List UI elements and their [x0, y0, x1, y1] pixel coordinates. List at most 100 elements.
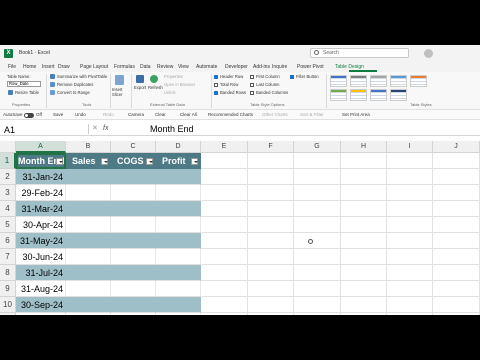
cell-a3[interactable]: 29-Feb-24: [16, 185, 66, 201]
first-column-checkbox[interactable]: [250, 75, 254, 79]
tab-home[interactable]: Home: [23, 64, 36, 70]
cell-i1[interactable]: [387, 153, 433, 169]
cell-e4[interactable]: [201, 201, 248, 217]
cell-g5[interactable]: [294, 217, 341, 233]
cell-a5[interactable]: 30-Apr-24: [16, 217, 66, 233]
column-header-a[interactable]: A: [16, 141, 66, 153]
cell-c4[interactable]: [111, 201, 156, 217]
tab-inquire[interactable]: Inquire: [272, 64, 287, 70]
cell-g1[interactable]: [294, 153, 341, 169]
cell-g8[interactable]: [294, 265, 341, 281]
cell-a11[interactable]: 31-Oct-24: [16, 313, 66, 315]
row-header-4[interactable]: 4: [0, 201, 16, 217]
cell-g11[interactable]: [294, 313, 341, 315]
cell-d5[interactable]: [156, 217, 201, 233]
cell-c11[interactable]: [111, 313, 156, 315]
cell-h3[interactable]: [341, 185, 387, 201]
table-style-swatch[interactable]: [350, 89, 367, 101]
insert-slicer-button[interactable]: Insert Slicer: [112, 87, 127, 97]
tab-review[interactable]: Review: [157, 64, 173, 70]
convert-to-range-button[interactable]: Convert to Range: [57, 90, 90, 95]
cell-e8[interactable]: [201, 265, 248, 281]
cell-c7[interactable]: [111, 249, 156, 265]
cell-h2[interactable]: [341, 169, 387, 185]
cell-e5[interactable]: [201, 217, 248, 233]
cell-g10[interactable]: [294, 297, 341, 313]
cell-h11[interactable]: [341, 313, 387, 315]
cell-i9[interactable]: [387, 281, 433, 297]
table-style-swatch[interactable]: [330, 89, 347, 101]
other-charts-button[interactable]: Other Charts: [262, 112, 288, 117]
cell-i2[interactable]: [387, 169, 433, 185]
tab-draw[interactable]: Draw: [58, 64, 70, 70]
cell-d8[interactable]: [156, 265, 201, 281]
cell-j6[interactable]: [433, 233, 480, 249]
table-header-cogs[interactable]: COGS: [111, 153, 156, 169]
row-header-6[interactable]: 6: [0, 233, 16, 249]
cell-d3[interactable]: [156, 185, 201, 201]
banded-columns-checkbox[interactable]: [250, 91, 254, 95]
cell-d6[interactable]: [156, 233, 201, 249]
column-header-d[interactable]: D: [156, 141, 201, 153]
cell-e6[interactable]: [201, 233, 248, 249]
cell-e7[interactable]: [201, 249, 248, 265]
cell-f11[interactable]: [248, 313, 294, 315]
properties-button[interactable]: Properties: [164, 74, 183, 79]
remove-duplicates-button[interactable]: Remove Duplicates: [57, 82, 93, 87]
cell-a4[interactable]: 31-Mar-24: [16, 201, 66, 217]
cell-e1[interactable]: [201, 153, 248, 169]
table-style-swatch[interactable]: [410, 75, 427, 87]
cell-g6[interactable]: [294, 233, 341, 249]
table-style-swatch[interactable]: [390, 75, 407, 87]
cell-b9[interactable]: [66, 281, 111, 297]
cell-c10[interactable]: [111, 297, 156, 313]
table-name-input[interactable]: Row_Date: [7, 81, 41, 87]
cell-d10[interactable]: [156, 297, 201, 313]
row-header-10[interactable]: 10: [0, 297, 16, 313]
cell-b5[interactable]: [66, 217, 111, 233]
cell-c6[interactable]: [111, 233, 156, 249]
table-style-swatch[interactable]: [330, 75, 347, 87]
redo-button[interactable]: Redo: [103, 112, 114, 117]
table-header-sales[interactable]: Sales: [66, 153, 111, 169]
cell-a10[interactable]: 30-Sep-24: [16, 297, 66, 313]
cell-h10[interactable]: [341, 297, 387, 313]
cell-a7[interactable]: 30-Jun-24: [16, 249, 66, 265]
cell-i5[interactable]: [387, 217, 433, 233]
tab-formulas[interactable]: Formulas: [114, 64, 135, 70]
cell-f8[interactable]: [248, 265, 294, 281]
cell-i11[interactable]: [387, 313, 433, 315]
cell-c9[interactable]: [111, 281, 156, 297]
cell-f1[interactable]: [248, 153, 294, 169]
column-header-e[interactable]: E: [201, 141, 248, 153]
cell-f6[interactable]: [248, 233, 294, 249]
row-header-7[interactable]: 7: [0, 249, 16, 265]
row-header-3[interactable]: 3: [0, 185, 16, 201]
banded-rows-checkbox[interactable]: [214, 91, 218, 95]
cell-c5[interactable]: [111, 217, 156, 233]
cell-e3[interactable]: [201, 185, 248, 201]
filter-dropdown-icon[interactable]: [191, 158, 198, 165]
tab-add-ins[interactable]: Add-ins: [253, 64, 270, 70]
tab-view[interactable]: View: [178, 64, 189, 70]
cell-j11[interactable]: [433, 313, 480, 315]
cell-h8[interactable]: [341, 265, 387, 281]
cell-f7[interactable]: [248, 249, 294, 265]
header-row-checkbox[interactable]: [214, 75, 218, 79]
table-header-profit[interactable]: Profit: [156, 153, 201, 169]
tab-page-layout[interactable]: Page Layout: [80, 64, 108, 70]
cell-i7[interactable]: [387, 249, 433, 265]
cell-e10[interactable]: [201, 297, 248, 313]
column-header-g[interactable]: G: [294, 141, 341, 153]
cell-b3[interactable]: [66, 185, 111, 201]
cell-g7[interactable]: [294, 249, 341, 265]
cell-j9[interactable]: [433, 281, 480, 297]
search-box[interactable]: Search: [310, 48, 409, 58]
column-header-b[interactable]: B: [66, 141, 111, 153]
formula-input[interactable]: Month End: [150, 124, 194, 134]
tab-automate[interactable]: Automate: [196, 64, 217, 70]
unlink-button[interactable]: Unlink: [164, 90, 176, 95]
tab-data[interactable]: Data: [140, 64, 151, 70]
avatar[interactable]: [424, 49, 433, 58]
cell-c2[interactable]: [111, 169, 156, 185]
